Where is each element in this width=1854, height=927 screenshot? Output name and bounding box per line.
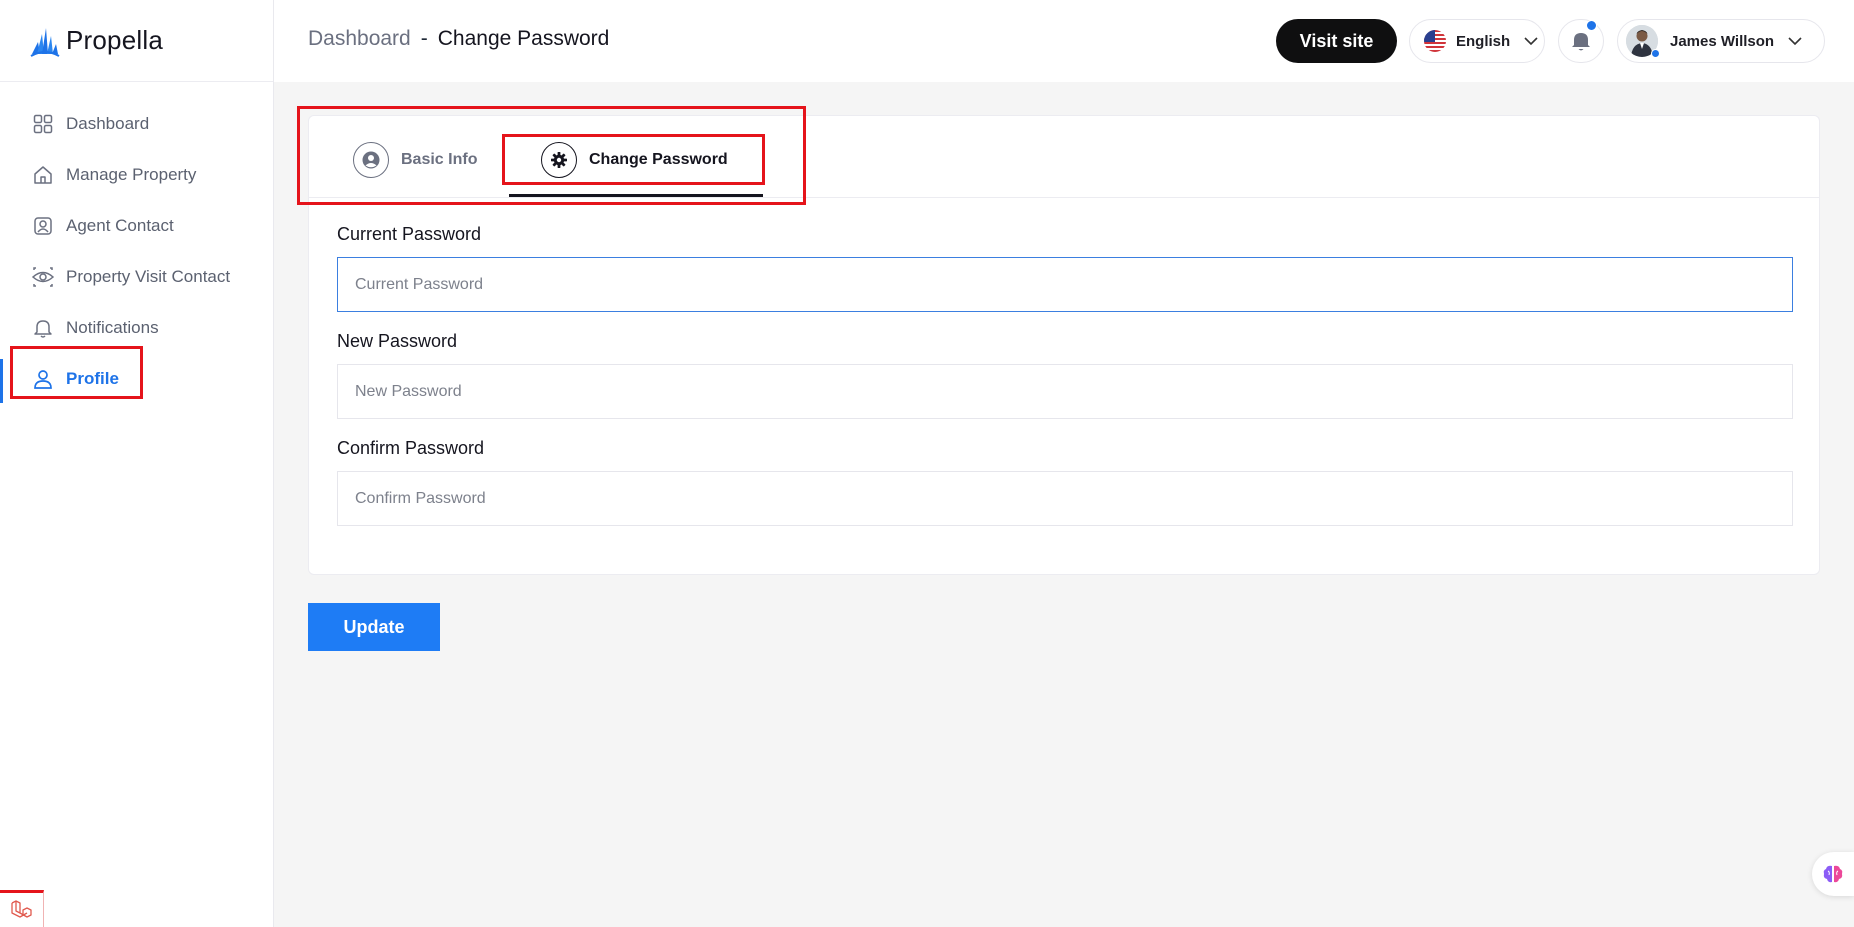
- chevron-down-icon: [1524, 37, 1538, 46]
- brain-widget-icon[interactable]: [1812, 852, 1854, 896]
- laravel-icon[interactable]: [0, 890, 44, 927]
- brand-name: Propella: [66, 25, 163, 55]
- grid-icon: [32, 113, 54, 135]
- top-header: Dashboard - Change Password Visit site E…: [274, 0, 1854, 82]
- language-dropdown[interactable]: English: [1409, 19, 1545, 63]
- confirm-password-input[interactable]: [337, 471, 1793, 526]
- user-name: James Willson: [1670, 32, 1775, 50]
- bell-icon: [1572, 33, 1590, 51]
- home-icon: [32, 164, 54, 186]
- sidebar-item-label: Notifications: [66, 317, 159, 337]
- sidebar-item-property-visit-contact[interactable]: Property Visit Contact: [0, 251, 273, 302]
- sidebar-item-label: Manage Property: [66, 164, 197, 184]
- sidebar-item-dashboard[interactable]: Dashboard: [0, 98, 273, 149]
- propella-logo-icon: [30, 27, 60, 57]
- contact-icon: [32, 215, 54, 237]
- avatar: [1626, 25, 1660, 58]
- bell-icon: [32, 317, 54, 339]
- highlight-change-password-box: [502, 134, 765, 185]
- visit-site-button[interactable]: Visit site: [1276, 19, 1397, 63]
- online-status-dot: [1651, 49, 1660, 58]
- breadcrumb-current: Change Password: [437, 27, 610, 50]
- notification-dot: [1586, 20, 1597, 31]
- breadcrumb: Dashboard - Change Password: [308, 27, 609, 51]
- current-password-input[interactable]: [337, 257, 1793, 312]
- highlight-profile-box: [10, 346, 143, 399]
- language-label: English: [1456, 32, 1511, 50]
- breadcrumb-separator: -: [420, 27, 428, 50]
- sidebar-item-label: Dashboard: [66, 113, 150, 133]
- sidebar-item-label: Property Visit Contact: [66, 266, 231, 286]
- sidebar-item-manage-property[interactable]: Manage Property: [0, 149, 273, 200]
- confirm-password-label: Confirm Password: [337, 438, 485, 458]
- brand[interactable]: Propella: [0, 0, 273, 82]
- us-flag-icon: [1424, 30, 1446, 52]
- current-password-label: Current Password: [337, 224, 482, 244]
- sidebar: Propella Dashboard Manage Property Agent…: [0, 0, 274, 927]
- new-password-input[interactable]: [337, 364, 1793, 419]
- new-password-label: New Password: [337, 331, 458, 351]
- sidebar-item-agent-contact[interactable]: Agent Contact: [0, 200, 273, 251]
- eye-icon: [32, 266, 54, 288]
- breadcrumb-root[interactable]: Dashboard: [308, 27, 411, 51]
- user-menu-dropdown[interactable]: James Willson: [1617, 19, 1825, 63]
- sidebar-item-label: Agent Contact: [66, 215, 174, 235]
- chevron-down-icon: [1788, 37, 1802, 46]
- change-password-form: Current Password New Password Confirm Pa…: [309, 198, 1819, 526]
- notification-bell-button[interactable]: [1558, 19, 1604, 63]
- update-button[interactable]: Update: [308, 603, 440, 651]
